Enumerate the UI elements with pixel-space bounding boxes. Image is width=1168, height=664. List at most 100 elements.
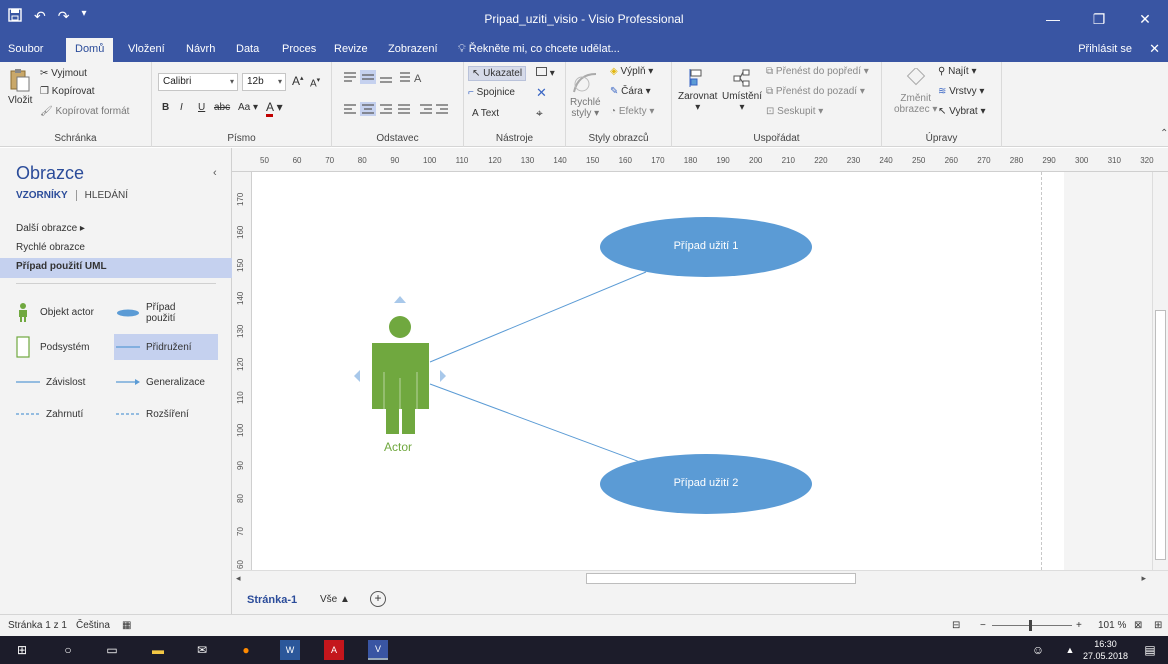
grow-font-icon[interactable]: A▴	[292, 74, 304, 88]
collapse-ribbon-icon[interactable]: ⌃	[1160, 128, 1168, 139]
text-tool-button[interactable]: A Text	[472, 108, 499, 119]
tab-view[interactable]: Zobrazení	[388, 43, 438, 55]
ribbon-close-icon[interactable]: ✕	[1149, 41, 1160, 57]
visio-icon[interactable]: V	[368, 640, 388, 660]
tray-chevron-up-icon[interactable]: ▲	[1060, 640, 1080, 660]
add-page-button[interactable]: +	[370, 591, 386, 607]
zoom-out-icon[interactable]: −	[980, 620, 986, 631]
fit-page-icon[interactable]: ⊠	[1134, 620, 1142, 631]
tab-search[interactable]: HLEDÁNÍ	[85, 190, 128, 201]
quick-shapes-item[interactable]: Rychlé obrazce	[16, 242, 85, 253]
association-line-1[interactable]	[429, 271, 647, 363]
bold-button[interactable]: B	[162, 102, 169, 113]
stencil-subsystem[interactable]: Podsystém	[16, 334, 114, 360]
change-shape-button[interactable]: Změnit obrazec ▾	[894, 66, 937, 115]
align-top-icon[interactable]: A	[342, 70, 422, 89]
group-button[interactable]: ⊡ Seskupit ▾	[766, 106, 823, 117]
font-size-select[interactable]: 12b ▾	[242, 73, 286, 91]
zoom-in-icon[interactable]: +	[1076, 620, 1082, 631]
use-case-1-label[interactable]: Případ užití 1	[600, 240, 812, 252]
zoom-slider-thumb[interactable]	[1029, 620, 1032, 631]
connection-point-icon[interactable]: ⌖	[536, 106, 543, 121]
zoom-slider[interactable]	[992, 625, 1072, 626]
tab-insert[interactable]: Vložení	[128, 43, 165, 55]
tab-home[interactable]: Domů	[66, 38, 114, 62]
align-button[interactable]: Zarovnat ▾	[678, 68, 717, 113]
macro-icon[interactable]: ▦	[122, 620, 131, 631]
collapse-pane-icon[interactable]: ‹	[213, 167, 217, 179]
people-icon[interactable]: ☺	[1028, 640, 1048, 660]
minimize-button[interactable]: —	[1030, 0, 1076, 38]
more-shapes-item[interactable]: Další obrazce ▸	[16, 223, 85, 234]
tab-data[interactable]: Data	[236, 43, 259, 55]
font-color-button[interactable]: A ▾	[266, 100, 283, 117]
rectangle-tool-button[interactable]: ▾	[536, 67, 555, 79]
sign-in-link[interactable]: Přihlásit se	[1078, 43, 1132, 55]
scroll-left-icon[interactable]: ◂	[236, 573, 241, 584]
quick-styles-button[interactable]: Rychlé styly ▾	[570, 70, 601, 119]
select-button[interactable]: ↖ Vybrat ▾	[938, 106, 986, 117]
stencil-generalization[interactable]: Generalizace	[116, 372, 220, 392]
association-line-2[interactable]	[429, 383, 641, 463]
search-icon[interactable]: ○	[58, 640, 78, 660]
mail-icon[interactable]: ✉	[192, 640, 212, 660]
windows-start-icon[interactable]: ⊞	[12, 640, 32, 660]
handle-right-icon[interactable]	[440, 370, 446, 382]
vertical-scroll-thumb[interactable]	[1155, 310, 1166, 560]
taskbar-clock[interactable]: 16:30 27.05.2018	[1083, 638, 1128, 662]
pointer-tool-button[interactable]: ↖ Ukazatel	[468, 66, 527, 81]
delete-x-icon[interactable]: ✕	[536, 85, 547, 101]
tab-process[interactable]: Proces	[282, 43, 316, 55]
stencil-include[interactable]: Zahrnutí	[16, 404, 114, 424]
paste-button[interactable]: Vložit	[8, 68, 32, 106]
effects-button[interactable]: ◔ Efekty ▾	[610, 106, 654, 117]
stencil-use-case[interactable]: Případ použití	[116, 298, 220, 328]
bring-to-front-button[interactable]: ⧉ Přenést do popředí ▾	[766, 66, 869, 77]
copy-button[interactable]: ❐ Kopírovat	[40, 86, 95, 97]
restore-button[interactable]: ❐	[1076, 0, 1122, 38]
vertical-scrollbar[interactable]	[1152, 172, 1168, 570]
language-indicator[interactable]: Čeština	[76, 620, 110, 631]
use-case-2-label[interactable]: Případ užití 2	[600, 477, 812, 489]
strikethrough-button[interactable]: abc	[214, 102, 230, 113]
scroll-right-icon[interactable]: ▸	[1141, 573, 1146, 584]
firefox-icon[interactable]: ●	[236, 640, 256, 660]
actor-label[interactable]: Actor	[384, 440, 412, 454]
font-name-select[interactable]: Calibri ▾	[158, 73, 238, 91]
format-painter-button[interactable]: 🖌︎ Kopírovat formát	[40, 106, 129, 117]
change-case-button[interactable]: Aa ▾	[238, 102, 258, 113]
zoom-level[interactable]: 101 %	[1098, 620, 1126, 631]
fill-button[interactable]: ◈ Výplň ▾	[610, 66, 653, 77]
file-explorer-icon[interactable]: ▬	[148, 640, 168, 660]
stencil-extend[interactable]: Rozšíření	[116, 404, 220, 424]
acrobat-icon[interactable]: A	[324, 640, 344, 660]
stencil-dependency[interactable]: Závislost	[16, 372, 114, 392]
all-pages-button[interactable]: Vše ▲	[320, 594, 350, 605]
notifications-icon[interactable]: ▤	[1140, 640, 1160, 660]
actor-shape[interactable]	[372, 316, 429, 434]
rotate-handle-up-icon[interactable]	[394, 296, 406, 303]
drawing-canvas[interactable]: Actor Případ užití 1 Případ užití 2	[252, 172, 1152, 570]
find-button[interactable]: ⚲ Najít ▾	[938, 66, 976, 77]
italic-button[interactable]: I	[180, 102, 183, 113]
connector-tool-button[interactable]: ⌐ Spojnice	[468, 87, 515, 98]
stencil-association[interactable]: Přidružení	[114, 334, 218, 360]
word-icon[interactable]: W	[280, 640, 300, 660]
presentation-mode-icon[interactable]: ⊟	[952, 620, 960, 631]
cut-button[interactable]: ✂ Vyjmout	[40, 68, 87, 79]
handle-left-icon[interactable]	[354, 370, 360, 382]
uml-use-case-stencil[interactable]: Případ použití UML	[0, 258, 232, 278]
underline-button[interactable]: U	[198, 102, 205, 113]
shrink-font-icon[interactable]: A▾	[310, 76, 320, 89]
tell-me-search[interactable]: 💡︎ Řekněte mi, co chcete udělat...	[458, 43, 620, 56]
switch-windows-icon[interactable]: ⊞	[1154, 620, 1162, 631]
task-view-icon[interactable]: ▭	[102, 640, 122, 660]
tab-stencils[interactable]: VZORNÍKY	[16, 190, 68, 201]
horizontal-scroll-thumb[interactable]	[586, 573, 856, 584]
align-left-icon[interactable]	[342, 102, 452, 119]
page-tab-1[interactable]: Stránka-1	[247, 594, 297, 606]
tab-review[interactable]: Revize	[334, 43, 368, 55]
position-button[interactable]: Umístění ▾	[722, 68, 762, 113]
layers-button[interactable]: ≋ Vrstvy ▾	[938, 86, 984, 97]
tab-design[interactable]: Návrh	[186, 43, 215, 55]
